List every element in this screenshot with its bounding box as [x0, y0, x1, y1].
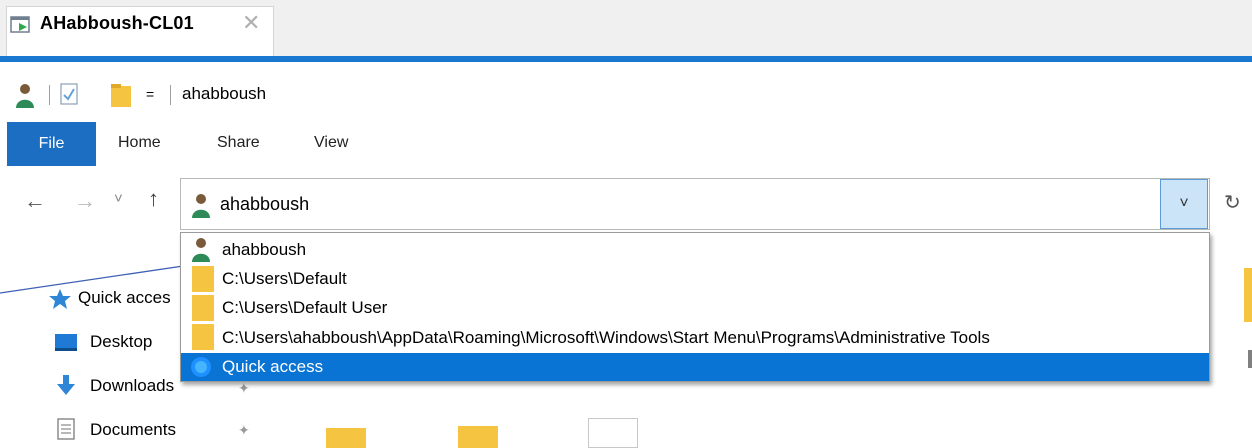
tab-home[interactable]: Home	[118, 134, 161, 152]
nav-item-downloads[interactable]: Downloads	[90, 376, 174, 396]
dropdown-item-ahabboush[interactable]: ahabboush	[222, 240, 306, 260]
folder-icon[interactable]	[1244, 268, 1252, 322]
folder-icon	[192, 324, 214, 350]
address-dropdown-button[interactable]: ˅	[1160, 179, 1208, 229]
folder-icon[interactable]	[326, 428, 366, 448]
file-icon[interactable]	[588, 418, 638, 448]
tab-file[interactable]: File	[7, 122, 96, 166]
user-icon	[192, 238, 210, 262]
folder-icon	[192, 266, 214, 292]
tab-view[interactable]: View	[314, 134, 348, 152]
up-button[interactable]: ↑	[148, 186, 159, 212]
new-folder-icon[interactable]	[110, 82, 132, 108]
close-icon[interactable]: ✕	[242, 10, 260, 36]
refresh-button[interactable]: ↻	[1224, 190, 1241, 215]
pin-icon: ✦	[238, 380, 250, 396]
dropdown-item-quick-access-label: Quick access	[222, 357, 324, 376]
back-button[interactable]: ←	[24, 188, 46, 214]
documents-icon	[57, 418, 75, 440]
download-icon	[57, 375, 75, 395]
customize-toolbar-icon[interactable]: =	[146, 86, 154, 102]
user-icon	[16, 84, 34, 108]
desktop-icon	[55, 334, 77, 351]
address-bar[interactable]	[180, 178, 1210, 230]
properties-icon[interactable]	[60, 83, 78, 105]
dropdown-item-default-user[interactable]: C:\Users\Default User	[222, 298, 387, 318]
scrollbar[interactable]	[1248, 350, 1252, 368]
user-icon	[192, 194, 210, 218]
tab-title: AHabboush-CL01	[40, 13, 194, 33]
recent-locations-button[interactable]: ˅	[114, 190, 123, 207]
separator	[170, 85, 171, 105]
quick-access-icon	[191, 357, 211, 377]
separator	[49, 85, 50, 105]
nav-item-documents[interactable]: Documents	[90, 420, 176, 440]
tab-share[interactable]: Share	[217, 134, 260, 152]
nav-item-desktop[interactable]: Desktop	[90, 332, 152, 352]
dropdown-item-default[interactable]: C:\Users\Default	[222, 269, 347, 289]
window-title: ahabboush	[182, 84, 267, 103]
annotation-arrow	[0, 263, 195, 294]
dropdown-item-quick-access-selected[interactable]	[181, 353, 1209, 381]
dropdown-item-administrative-tools[interactable]: C:\Users\ahabboush\AppData\Roaming\Micro…	[222, 328, 990, 348]
forward-button[interactable]: →	[74, 188, 96, 214]
folder-icon	[192, 295, 214, 321]
vm-connection-icon	[10, 16, 30, 33]
ribbon-tabs	[0, 120, 1252, 166]
pin-icon: ✦	[238, 422, 250, 438]
folder-icon[interactable]	[458, 426, 498, 448]
address-value[interactable]: ahabboush	[220, 194, 309, 215]
